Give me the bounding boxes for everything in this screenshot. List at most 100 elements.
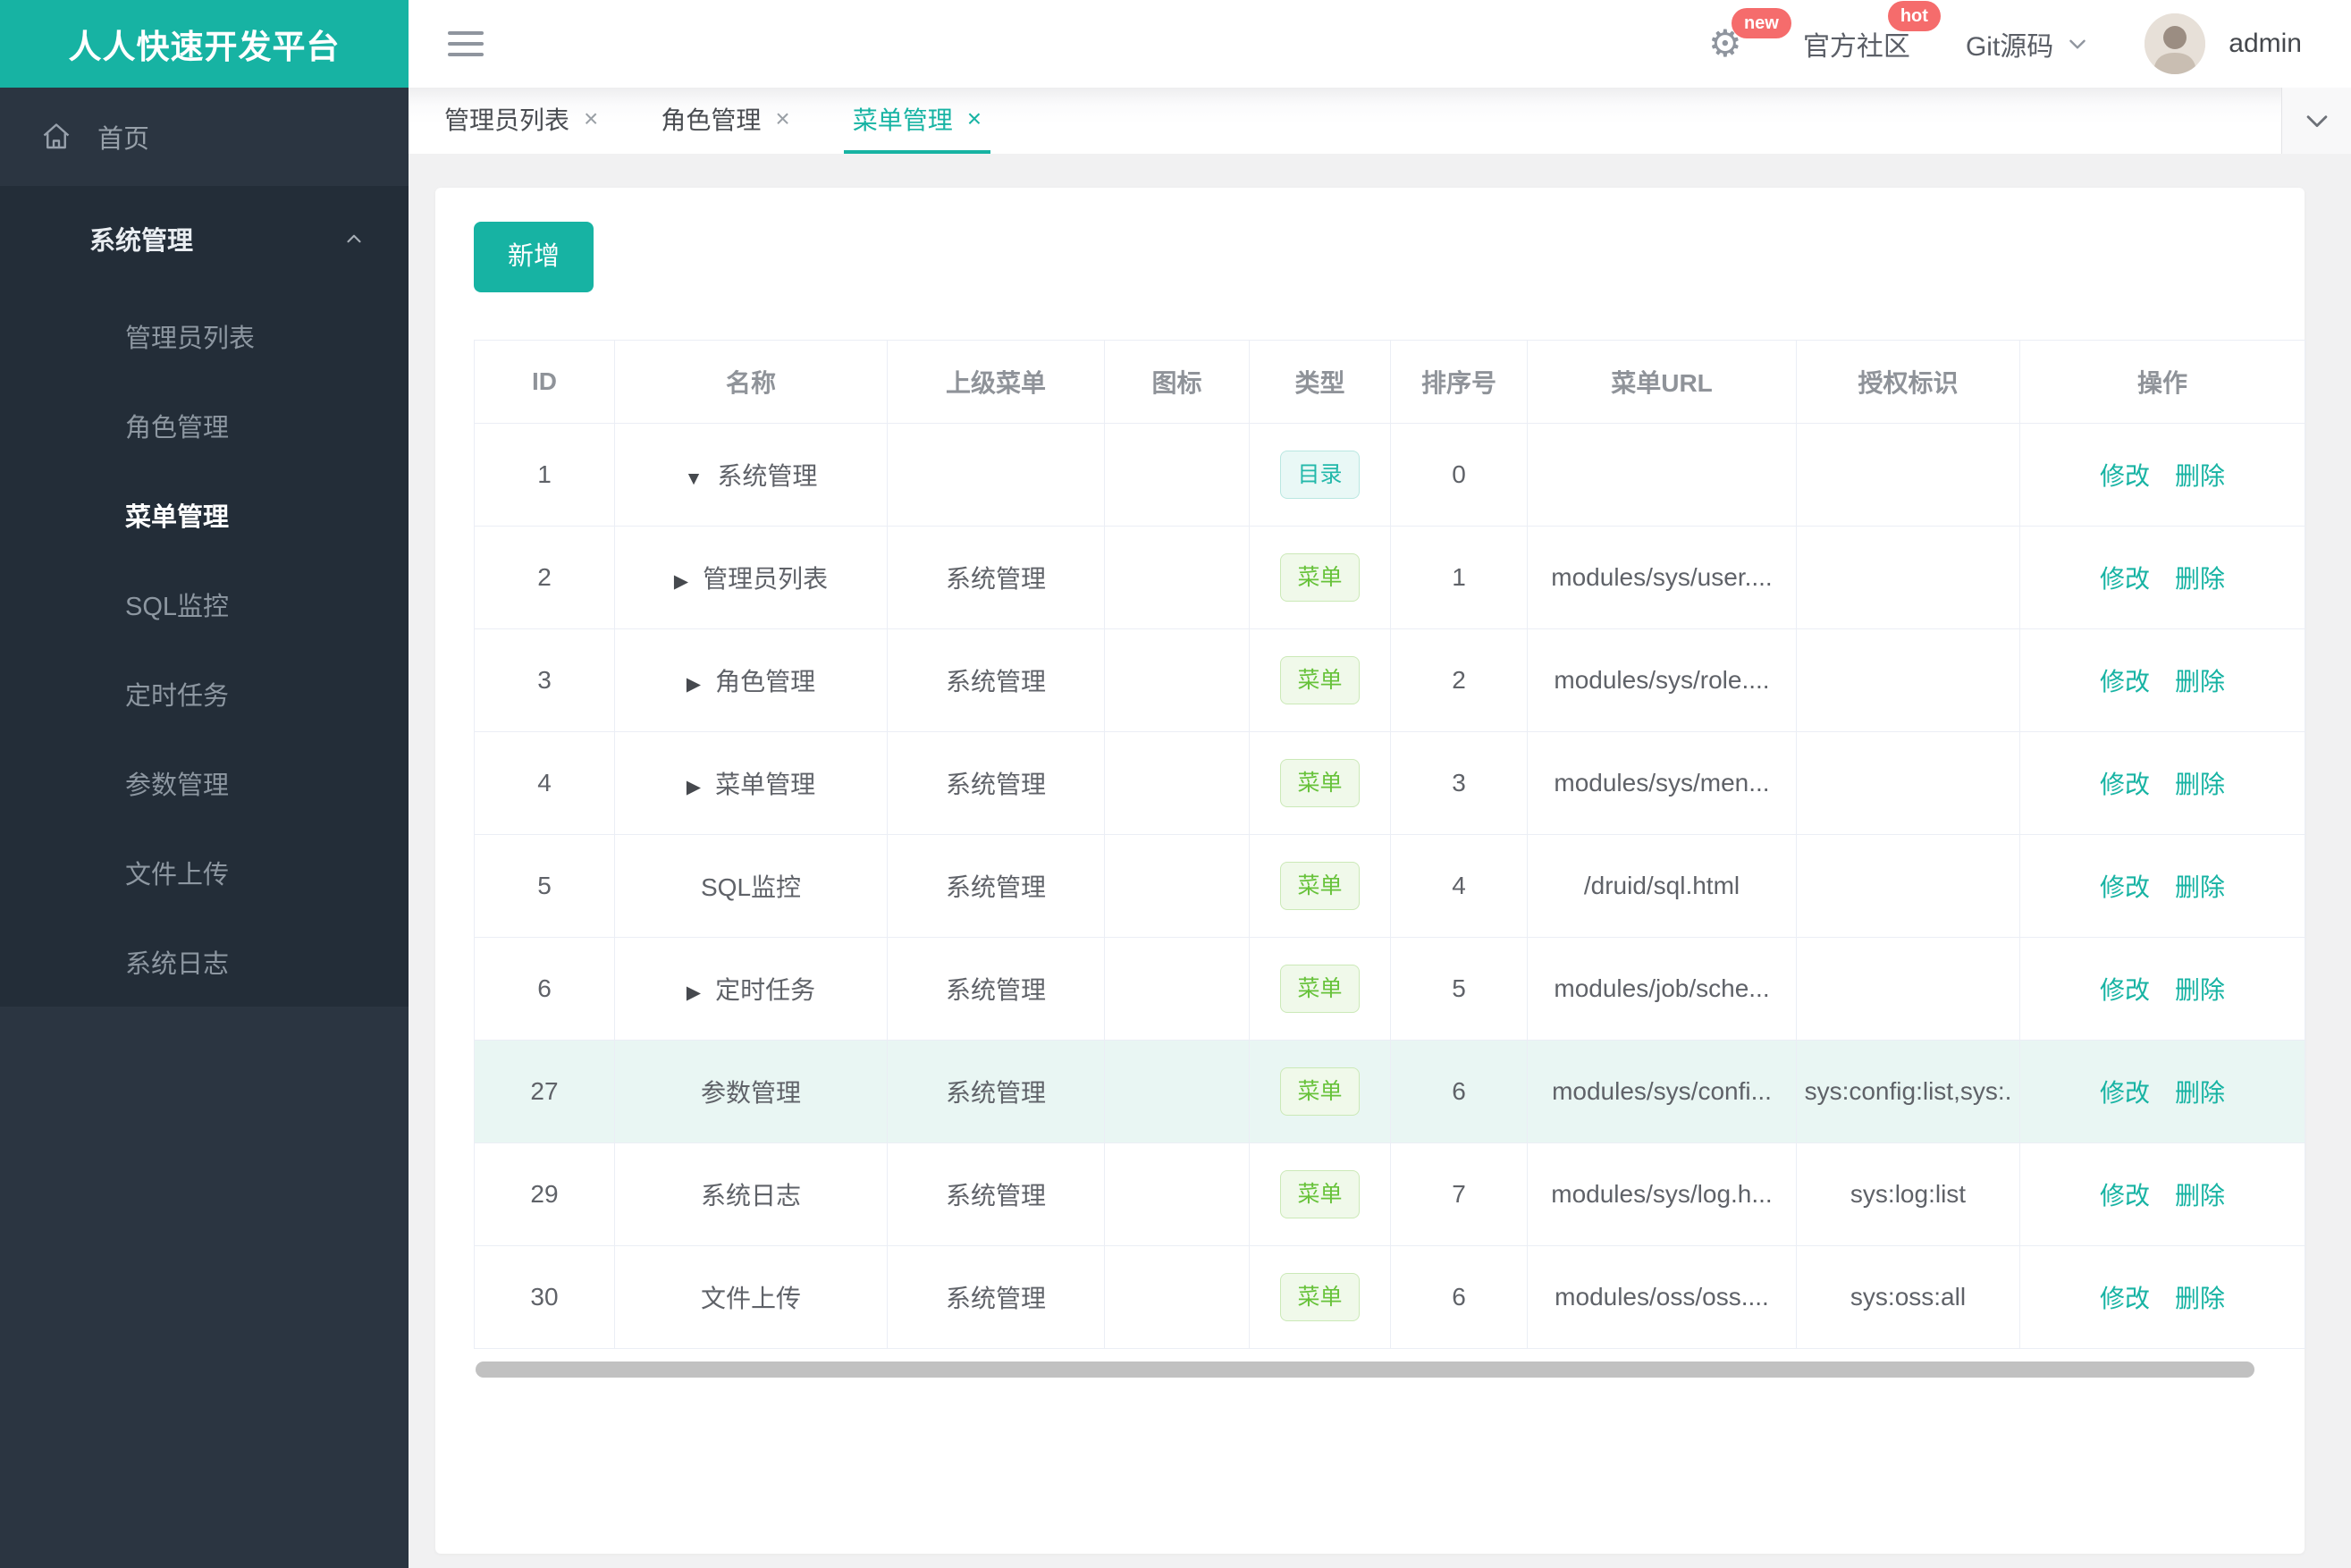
cell-id: 4: [474, 731, 615, 835]
sidebar-item-file-upload[interactable]: 文件上传: [0, 828, 409, 917]
column-header: 类型: [1249, 340, 1391, 424]
column-header: 操作: [2019, 340, 2305, 424]
cell-parent: 系统管理: [887, 731, 1105, 835]
sidebar-item-sql-monitor[interactable]: SQL监控: [0, 560, 409, 649]
tabs-dropdown-button[interactable]: [2281, 88, 2351, 154]
cell-parent: [887, 423, 1105, 527]
type-tag: 目录: [1280, 451, 1360, 499]
edit-link[interactable]: 修改: [2100, 1285, 2150, 1312]
tab-menu-management[interactable]: 菜单管理 ×: [843, 88, 991, 154]
cell-icon: [1104, 1245, 1250, 1349]
column-header: ID: [474, 340, 615, 424]
column-header: 图标: [1104, 340, 1250, 424]
tab-admin-list[interactable]: 管理员列表 ×: [435, 88, 607, 154]
hot-badge: hot: [1887, 1, 1941, 31]
tab-label: 角色管理: [661, 106, 762, 134]
delete-link[interactable]: 删除: [2175, 668, 2225, 695]
menu-name: 参数管理: [700, 1079, 801, 1107]
close-icon[interactable]: ×: [584, 105, 598, 133]
cell-name: ▶ 菜单管理: [614, 731, 888, 835]
type-tag: 菜单: [1280, 656, 1360, 704]
cell-url: modules/sys/user....: [1527, 526, 1797, 629]
edit-link[interactable]: 修改: [2100, 771, 2150, 798]
tab-role-management[interactable]: 角色管理 ×: [652, 88, 798, 154]
edit-link[interactable]: 修改: [2100, 565, 2150, 593]
cell-id: 1: [474, 423, 615, 527]
cell-id: 2: [474, 526, 615, 629]
cell-url: modules/sys/log.h...: [1527, 1142, 1797, 1246]
sidebar: 首页 系统管理 管理员列表 角色管理 菜单管理 SQL监控 定时任务 参数管理 文件上传 系统…: [0, 88, 409, 1568]
cell-actions: 修改 删除: [2019, 1040, 2305, 1143]
cell-name: ▶ 定时任务: [614, 937, 888, 1041]
cell-type: 菜单: [1249, 834, 1391, 938]
delete-link[interactable]: 删除: [2175, 1182, 2225, 1210]
cell-perms: [1796, 423, 2020, 527]
settings-button[interactable]: ⚙ new: [1708, 8, 1791, 63]
cell-actions: 修改 删除: [2019, 1142, 2305, 1246]
tree-expand-icon[interactable]: ▶: [687, 673, 701, 695]
tree-expand-icon[interactable]: ▶: [687, 776, 701, 798]
cell-icon: [1104, 731, 1250, 835]
table-row: 2 ▶ 管理员列表 系统管理 菜单 1 modules/sys/user.... 修改 删除: [474, 526, 2305, 629]
edit-link[interactable]: 修改: [2100, 1079, 2150, 1107]
cell-name: ▼ 系统管理: [614, 423, 888, 527]
edit-link[interactable]: 修改: [2100, 1182, 2150, 1210]
edit-link[interactable]: 修改: [2100, 873, 2150, 901]
sidebar-item-menu-management[interactable]: 菜单管理: [0, 470, 409, 560]
tree-expand-icon[interactable]: ▶: [674, 570, 688, 593]
add-button[interactable]: 新增: [474, 222, 594, 292]
cell-id: 27: [474, 1040, 615, 1143]
edit-link[interactable]: 修改: [2100, 976, 2150, 1004]
sidebar-item-admin-list[interactable]: 管理员列表: [0, 291, 409, 381]
menu-table: ID 名称 上级菜单 图标 类型 排序号 菜单URL 授权标识 操作 1 ▼ 系统管理 目录 0 修改 删除…: [474, 340, 2305, 1349]
sidebar-item-scheduled-tasks[interactable]: 定时任务: [0, 649, 409, 738]
sidebar-group-header[interactable]: 系统管理: [0, 186, 409, 291]
delete-link[interactable]: 删除: [2175, 873, 2225, 901]
delete-link[interactable]: 删除: [2175, 976, 2225, 1004]
close-icon[interactable]: ×: [775, 105, 789, 133]
tree-expand-icon[interactable]: ▶: [687, 982, 701, 1004]
cell-actions: 修改 删除: [2019, 628, 2305, 732]
delete-link[interactable]: 删除: [2175, 565, 2225, 593]
tree-collapse-icon[interactable]: ▼: [685, 468, 704, 490]
cell-id: 5: [474, 834, 615, 938]
table-row: 4 ▶ 菜单管理 系统管理 菜单 3 modules/sys/men... 修改 删除: [474, 731, 2305, 835]
type-tag: 菜单: [1280, 862, 1360, 910]
delete-link[interactable]: 删除: [2175, 1079, 2225, 1107]
sidebar-item-home[interactable]: 首页: [0, 88, 409, 186]
edit-link[interactable]: 修改: [2100, 668, 2150, 695]
cell-id: 3: [474, 628, 615, 732]
git-source-dropdown[interactable]: Git源码: [1966, 24, 2089, 63]
cell-type: 菜单: [1249, 937, 1391, 1041]
cell-order: 4: [1390, 834, 1528, 938]
cell-parent: 系统管理: [887, 834, 1105, 938]
close-icon[interactable]: ×: [967, 105, 982, 133]
user-menu[interactable]: admin: [2145, 13, 2302, 74]
community-link[interactable]: 官方社区 hot: [1803, 1, 1941, 63]
sidebar-item-role-management[interactable]: 角色管理: [0, 381, 409, 470]
cell-order: 1: [1390, 526, 1528, 629]
sidebar-items: 管理员列表 角色管理 菜单管理 SQL监控 定时任务 参数管理 文件上传 系统日志: [0, 291, 409, 1007]
cell-type: 目录: [1249, 423, 1391, 527]
edit-link[interactable]: 修改: [2100, 462, 2150, 490]
delete-link[interactable]: 删除: [2175, 462, 2225, 490]
cell-actions: 修改 删除: [2019, 937, 2305, 1041]
menu-name: 文件上传: [700, 1285, 801, 1312]
cell-type: 菜单: [1249, 628, 1391, 732]
sidebar-item-system-log[interactable]: 系统日志: [0, 917, 409, 1007]
cell-type: 菜单: [1249, 526, 1391, 629]
scrollbar-thumb[interactable]: [476, 1361, 2254, 1378]
table-row: 3 ▶ 角色管理 系统管理 菜单 2 modules/sys/role.... 修改 删除: [474, 628, 2305, 732]
new-badge: new: [1731, 8, 1791, 38]
menu-name: SQL监控: [700, 873, 802, 901]
delete-link[interactable]: 删除: [2175, 1285, 2225, 1312]
sidebar-item-param-management[interactable]: 参数管理: [0, 738, 409, 828]
cell-url: [1527, 423, 1797, 527]
menu-name: 角色管理: [715, 668, 816, 695]
cell-parent: 系统管理: [887, 526, 1105, 629]
cell-order: 7: [1390, 1142, 1528, 1246]
column-header: 名称: [614, 340, 888, 424]
hamburger-icon[interactable]: [448, 24, 484, 63]
delete-link[interactable]: 删除: [2175, 771, 2225, 798]
sidebar-group-label: 系统管理: [89, 227, 194, 256]
